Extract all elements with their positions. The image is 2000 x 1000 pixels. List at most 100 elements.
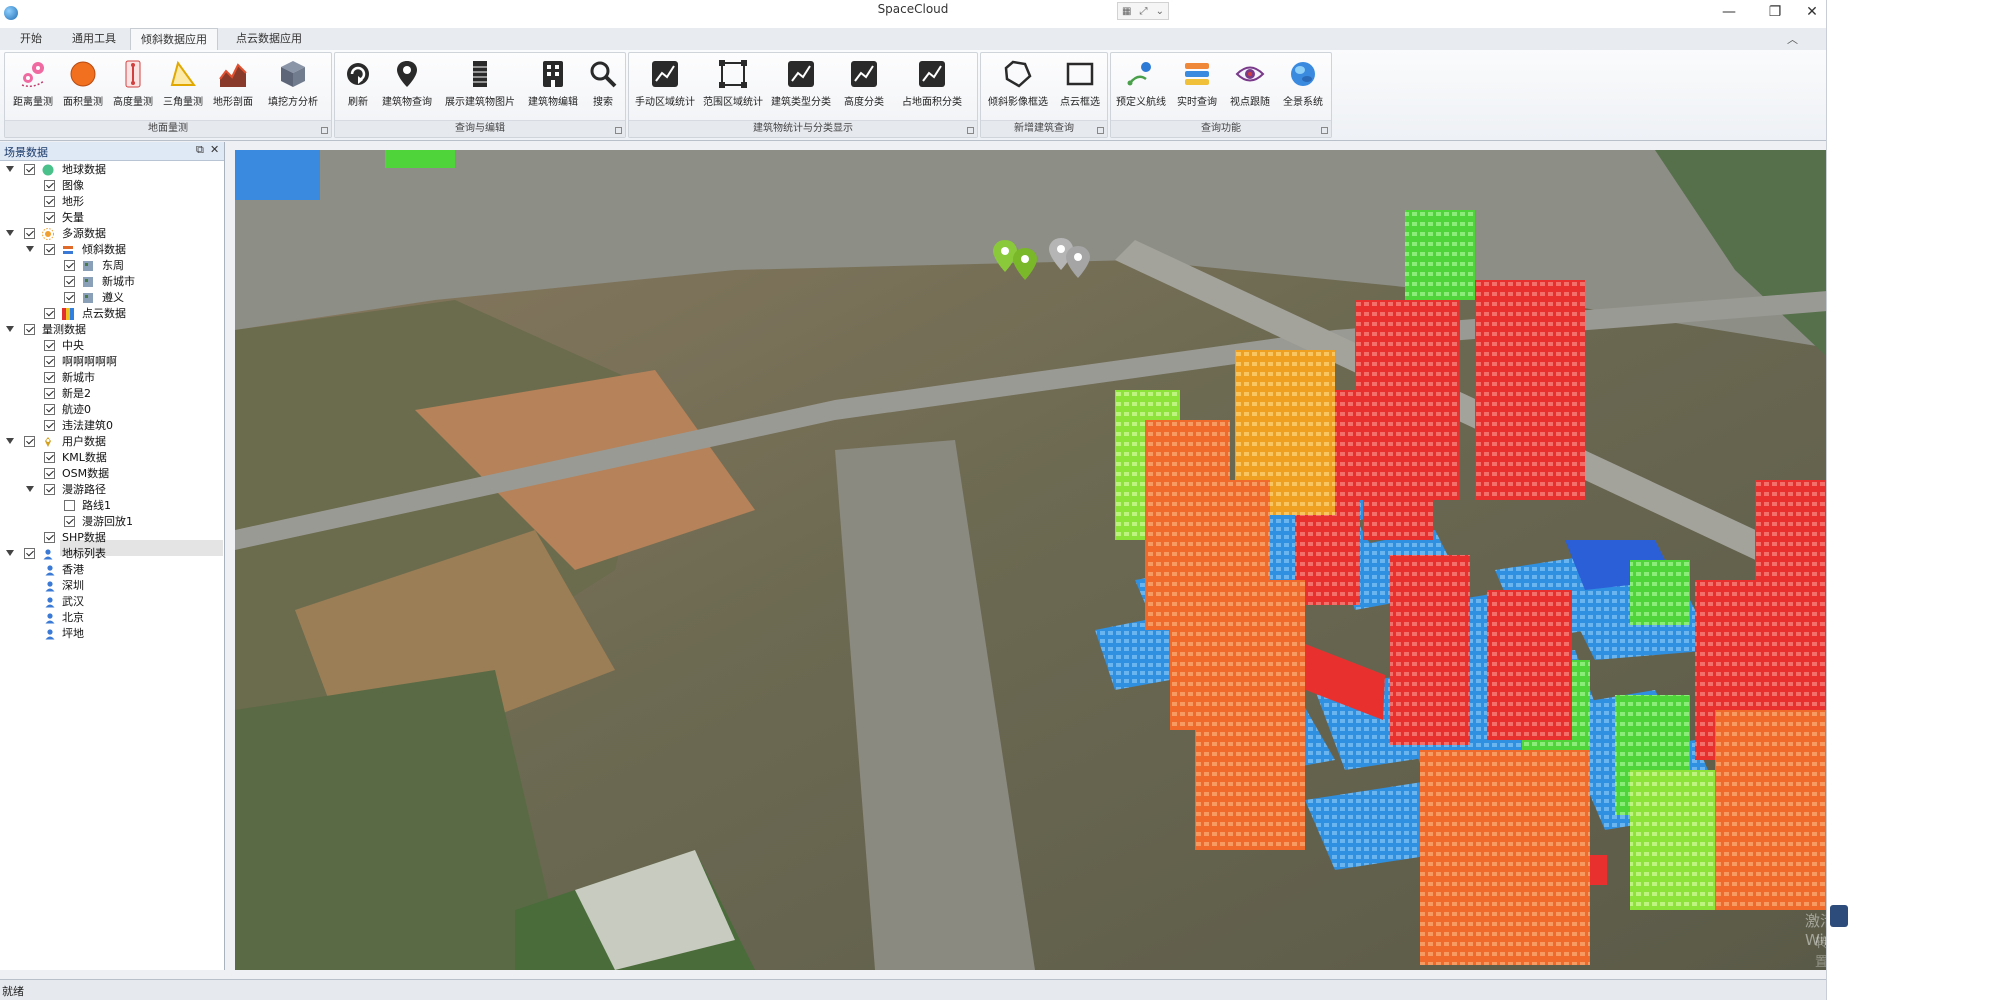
checkbox[interactable] — [44, 468, 55, 479]
orange-building[interactable] — [1195, 580, 1305, 850]
tree-node-shenzhen[interactable]: 深圳 — [0, 578, 224, 594]
dialog-launcher-icon[interactable] — [615, 127, 622, 134]
tab-pointcloud-data[interactable]: 点云数据应用 — [226, 28, 312, 50]
tree-node-wuhan[interactable]: 武汉 — [0, 594, 224, 610]
triangle-measure-button[interactable]: 三角量测 — [161, 55, 205, 119]
chevron-down-icon[interactable]: ⌄ — [1156, 6, 1164, 17]
tree-node-central[interactable]: 中央 — [0, 338, 224, 354]
tree-node-kml-data[interactable]: KML数据 — [0, 450, 224, 466]
scene-viewport[interactable]: 激活 Windows 转到"设置"以激活 Windows。 — [235, 150, 1827, 970]
red-building[interactable] — [1390, 555, 1470, 745]
red-building[interactable] — [1475, 280, 1585, 500]
tree-node-new-city-measure[interactable]: 新城市 — [0, 370, 224, 386]
refresh-button[interactable]: 刷新 — [339, 55, 377, 119]
tree-node-pingdi[interactable]: 坪地 — [0, 626, 224, 642]
tree-node-new-2[interactable]: 新是2 — [0, 386, 224, 402]
tree-node-shp-data[interactable]: SHP数据 — [0, 530, 224, 546]
checkbox[interactable] — [24, 436, 35, 447]
expand-arrow-icon[interactable] — [6, 438, 14, 444]
panorama-system-button[interactable]: 全景系统 — [1277, 55, 1329, 119]
green-building[interactable] — [1405, 210, 1475, 300]
tree-node-image[interactable]: 图像 — [0, 178, 224, 194]
tab-general-tools[interactable]: 通用工具 — [62, 28, 126, 50]
expand-arrow-icon[interactable] — [26, 246, 34, 252]
height-class-button[interactable]: 高度分类 — [837, 55, 891, 119]
building-edit-button[interactable]: 建筑物编辑 — [525, 55, 581, 119]
tree-node-osm-data[interactable]: OSM数据 — [0, 466, 224, 482]
tree-node-landmark-list[interactable]: 地标列表 — [0, 546, 224, 562]
checkbox[interactable] — [44, 340, 55, 351]
red-building[interactable] — [1363, 350, 1433, 540]
dialog-launcher-icon[interactable] — [967, 127, 974, 134]
checkbox[interactable] — [44, 372, 55, 383]
tree-node-beijing[interactable]: 北京 — [0, 610, 224, 626]
realtime-query-button[interactable]: 实时查询 — [1171, 55, 1223, 119]
orange-building[interactable] — [1420, 750, 1590, 965]
checkbox[interactable] — [24, 324, 35, 335]
terrain-profile-button[interactable]: 地形剖面 — [211, 55, 255, 119]
checkbox[interactable] — [64, 276, 75, 287]
tab-oblique-data[interactable]: 倾斜数据应用 — [130, 28, 218, 51]
checkbox[interactable] — [24, 164, 35, 175]
dialog-launcher-icon[interactable] — [1321, 127, 1328, 134]
dialog-launcher-icon[interactable] — [321, 127, 328, 134]
tree-node-hongkong[interactable]: 香港 — [0, 562, 224, 578]
checkbox[interactable] — [44, 420, 55, 431]
tree-node-track0[interactable]: 航迹0 — [0, 402, 224, 418]
show-building-image-button[interactable]: 展示建筑物图片 — [439, 55, 521, 119]
expand-arrow-icon[interactable] — [26, 486, 34, 492]
side-panel-toggle-icon[interactable] — [1830, 905, 1848, 927]
tree-node-user-data[interactable]: 用户数据 — [0, 434, 224, 450]
expand-icon[interactable]: ⤢ — [1140, 6, 1148, 17]
checkbox[interactable] — [64, 500, 75, 511]
area-measure-button[interactable]: 面积量测 — [61, 55, 105, 119]
expand-arrow-icon[interactable] — [6, 230, 14, 236]
tree-node-terrain[interactable]: 地形 — [0, 194, 224, 210]
expand-arrow-icon[interactable] — [6, 166, 14, 172]
tree-node-roaming-playback1[interactable]: 漫游回放1 — [0, 514, 224, 530]
red-building[interactable] — [1487, 590, 1572, 740]
building-query-button[interactable]: 建筑物查询 — [379, 55, 435, 119]
orange-building[interactable] — [1715, 710, 1827, 910]
float-panel-icon[interactable]: ⧉ — [196, 143, 204, 157]
checkbox[interactable] — [44, 244, 55, 255]
search-button[interactable]: 搜索 — [585, 55, 621, 119]
maximize-button[interactable]: ❐ — [1752, 0, 1798, 24]
tree-node-vector[interactable]: 矢量 — [0, 210, 224, 226]
tree-node-zunyi[interactable]: 遵义 — [0, 290, 224, 306]
oblique-3d-scene[interactable] — [235, 150, 1827, 970]
tab-start[interactable]: 开始 — [10, 28, 52, 50]
oblique-box-select-button[interactable]: 倾斜影像框选 — [985, 55, 1051, 119]
checkbox[interactable] — [44, 308, 55, 319]
building-type-class-button[interactable]: 建筑类型分类 — [769, 55, 833, 119]
checkbox[interactable] — [44, 180, 55, 191]
viewpoint-follow-button[interactable]: 视点跟随 — [1225, 55, 1275, 119]
cut-fill-analysis-button[interactable]: 填挖方分析 — [263, 55, 323, 119]
tree-node-aaaaa[interactable]: 啊啊啊啊啊 — [0, 354, 224, 370]
checkbox[interactable] — [64, 260, 75, 271]
tree-node-illegal-building0[interactable]: 违法建筑0 — [0, 418, 224, 434]
checkbox[interactable] — [44, 388, 55, 399]
tree-node-pointcloud-data[interactable]: 点云数据 — [0, 306, 224, 322]
expand-arrow-icon[interactable] — [6, 326, 14, 332]
checkbox[interactable] — [44, 356, 55, 367]
checkbox[interactable] — [64, 292, 75, 303]
checkbox[interactable] — [44, 532, 55, 543]
tree-node-route1[interactable]: 路线1 — [0, 498, 224, 514]
checkbox[interactable] — [24, 228, 35, 239]
tree-node-earth-data[interactable]: 地球数据 — [0, 162, 224, 178]
footprint-class-button[interactable]: 占地面积分类 — [895, 55, 969, 119]
minimize-button[interactable]: — — [1706, 0, 1752, 24]
checkbox[interactable] — [64, 516, 75, 527]
tree-node-new-city[interactable]: 新城市 — [0, 274, 224, 290]
checkbox[interactable] — [44, 484, 55, 495]
quick-access-toolbar[interactable]: ▦ ⤢ ⌄ — [1117, 2, 1169, 20]
close-button[interactable]: ✕ — [1798, 0, 1826, 24]
close-panel-icon[interactable]: ✕ — [210, 143, 219, 156]
expand-arrow-icon[interactable] — [6, 550, 14, 556]
pointcloud-box-select-button[interactable]: 点云框选 — [1055, 55, 1105, 119]
green-building[interactable] — [1630, 560, 1690, 625]
manual-area-stats-button[interactable]: 手动区域统计 — [633, 55, 697, 119]
range-area-stats-button[interactable]: 范围区域统计 — [701, 55, 765, 119]
checkbox[interactable] — [44, 404, 55, 415]
